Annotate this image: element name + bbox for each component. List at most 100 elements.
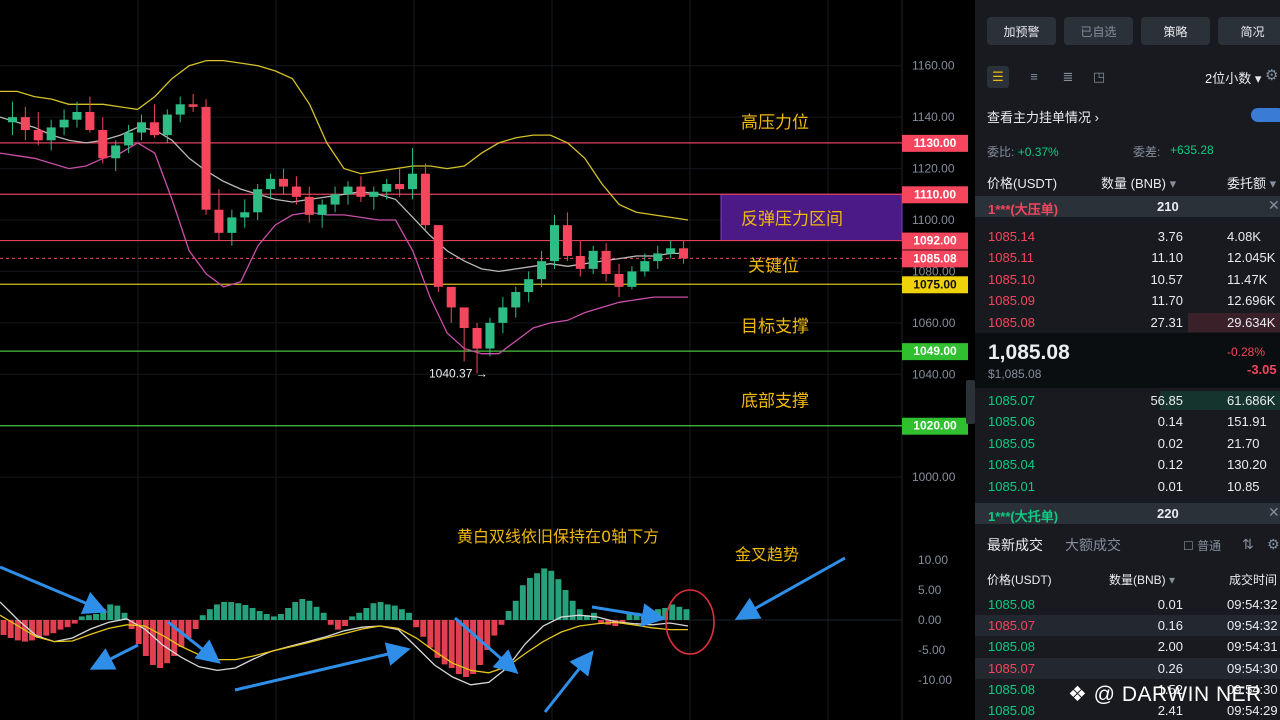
watermark: ❖ @ DARWIN NER — [1068, 682, 1262, 707]
normal-filter[interactable]: ☐ 普通 — [1183, 537, 1221, 554]
total-cell: 61.686K — [1227, 393, 1276, 408]
last-price: 1,085.08 — [988, 341, 1070, 364]
change-pct: -0.28% — [1227, 345, 1266, 359]
macd-bar — [413, 620, 420, 628]
decimals-select[interactable]: 2位小数 ▾ — [1205, 68, 1261, 87]
ask-row[interactable]: 1085.09 11.70 12.696K — [975, 290, 1280, 311]
ask-row[interactable]: 1085.10 10.57 11.47K — [975, 269, 1280, 290]
total-cell: 11.47K — [1227, 271, 1268, 287]
qty-cell: 0.01 — [1157, 478, 1183, 494]
filter-icon[interactable]: ⇅ — [1242, 536, 1254, 553]
ask-row[interactable]: 1085.08 27.31 29.634K — [975, 312, 1280, 333]
ask-row[interactable]: 1085.14 3.76 4.08K — [975, 226, 1280, 247]
candle-body — [85, 112, 95, 130]
checkbox-icon: ☐ — [1183, 539, 1194, 553]
price-cell: 1085.04 — [988, 457, 1035, 473]
y-tick-label: 1160.00 — [912, 59, 955, 73]
macd-bar — [71, 620, 78, 624]
tab-latest-trades[interactable]: 最新成交 — [987, 537, 1043, 553]
depth-toggle[interactable] — [1251, 108, 1280, 122]
bid-row[interactable]: 1085.04 0.12 130.20 — [975, 454, 1280, 475]
total-cell: 12.696K — [1227, 293, 1276, 309]
watchlist-button[interactable]: 已自选 — [1064, 17, 1133, 45]
candle-body — [201, 106, 211, 210]
trade-qty: 2.00 — [1157, 639, 1183, 655]
chevron-right-icon: › — [1094, 110, 1099, 125]
close-icon[interactable]: ✕ — [1268, 504, 1280, 521]
total-cell: 151.91 — [1227, 414, 1267, 430]
bid-row[interactable]: 1085.07 56.85 61.686K — [975, 390, 1280, 411]
macd-bar — [292, 602, 299, 620]
level-tag-label: 1110.00 — [914, 187, 956, 201]
ratio-label: 委比: — [987, 145, 1015, 159]
macd-bar — [569, 600, 576, 620]
trade-row[interactable]: 1085.08 2.00 09:54:31 — [975, 636, 1280, 657]
bid-row[interactable]: 1085.01 0.01 10.85 — [975, 476, 1280, 497]
macd-bar — [512, 600, 519, 620]
macd-bar — [299, 599, 306, 620]
total-header[interactable]: 委托额 ▾ — [1227, 173, 1276, 192]
qty-header[interactable]: 数量 (BNB) ▾ — [1101, 173, 1176, 192]
trend-arrow — [0, 565, 108, 615]
book-depth-icon[interactable]: ◳ — [1088, 66, 1110, 88]
big-ask-value: 210 — [1157, 199, 1179, 214]
candle-body — [253, 189, 263, 213]
macd-bar — [50, 620, 57, 634]
qty-cell: 0.14 — [1157, 414, 1183, 430]
tab-large-trades[interactable]: 大额成交 — [1065, 535, 1121, 555]
normal-filter-label: 普通 — [1197, 539, 1222, 553]
candle-body — [601, 250, 611, 274]
macd-tick-label: 0.00 — [918, 613, 942, 627]
big-bid-band[interactable]: 1***(大托单) 220 ✕ — [975, 503, 1280, 524]
total-cell: 10.85 — [1227, 478, 1260, 494]
zone-label: 反弹压力区间 — [741, 209, 843, 229]
book-both-icon[interactable]: ☰ — [987, 66, 1009, 88]
big-ask-band[interactable]: 1***(大压单) 210 ✕ — [975, 196, 1280, 217]
macd-tick-label: 5.00 — [918, 583, 942, 597]
candle-body — [7, 117, 17, 123]
gear-icon[interactable]: ⚙ — [1265, 66, 1278, 84]
price-cell: 1085.14 — [988, 229, 1035, 244]
trade-row[interactable]: 1085.07 0.16 09:54:32 — [975, 615, 1280, 637]
candle-body — [33, 130, 43, 141]
qty-cell: 10.57 — [1150, 271, 1183, 287]
book-asks-icon[interactable]: ≣ — [1057, 66, 1079, 88]
macd-bar — [221, 602, 228, 620]
trade-time: 09:54:31 — [1227, 639, 1278, 655]
macd-bar — [149, 620, 156, 665]
macd-bar — [676, 606, 683, 620]
macd-bar — [427, 620, 434, 648]
candle-body — [679, 248, 689, 259]
ask-row[interactable]: 1085.11 11.10 12.045K — [975, 247, 1280, 268]
candle-body — [240, 212, 250, 218]
macd-bar — [114, 605, 121, 620]
trade-price: 1085.08 — [988, 639, 1035, 655]
trade-row[interactable]: 1085.08 0.01 09:54:32 — [975, 594, 1280, 615]
price-chart-svg[interactable]: 1160.001140.001120.001100.001080.001060.… — [0, 0, 975, 720]
candle-body — [666, 248, 676, 254]
bid-row[interactable]: 1085.05 0.02 21.70 — [975, 433, 1280, 454]
trade-row[interactable]: 1085.07 0.26 09:54:30 — [975, 657, 1280, 679]
macd-bar — [377, 602, 384, 620]
panel-splitter[interactable] — [966, 380, 975, 424]
macd-bar — [334, 620, 341, 630]
bid-row[interactable]: 1085.06 0.14 151.91 — [975, 411, 1280, 432]
chart-area[interactable]: 1160.00 1140.00 1120.00 1100.00 1080.00 1060.… — [0, 0, 975, 720]
overview-button[interactable]: 简况 — [1218, 17, 1280, 45]
add-alert-button[interactable]: 加预警 — [987, 17, 1056, 45]
order-book-panel: 加预警 已自选 策略 简况 ☰ ≡ ≣ ◳ 2位小数 ▾ ⚙ 查看主力挂单情况 … — [975, 0, 1280, 720]
close-icon[interactable]: ✕ — [1268, 197, 1280, 214]
candle-body — [498, 307, 508, 323]
macd-bar — [235, 603, 242, 620]
total-cell: 29.634K — [1227, 314, 1276, 330]
qty-header-label: 数量 (BNB) — [1101, 176, 1167, 191]
strategy-button[interactable]: 策略 — [1141, 17, 1210, 45]
book-bids-icon[interactable]: ≡ — [1023, 66, 1045, 88]
trade-qty-header[interactable]: 数量(BNB) ▾ — [1109, 571, 1175, 588]
gear-icon[interactable]: ⚙ — [1267, 536, 1280, 553]
candle-body — [433, 225, 443, 287]
candle-body — [304, 196, 314, 215]
depth-link[interactable]: 查看主力挂单情况 › — [987, 107, 1280, 126]
macd-bar — [313, 606, 320, 620]
macd-bar — [199, 615, 206, 620]
